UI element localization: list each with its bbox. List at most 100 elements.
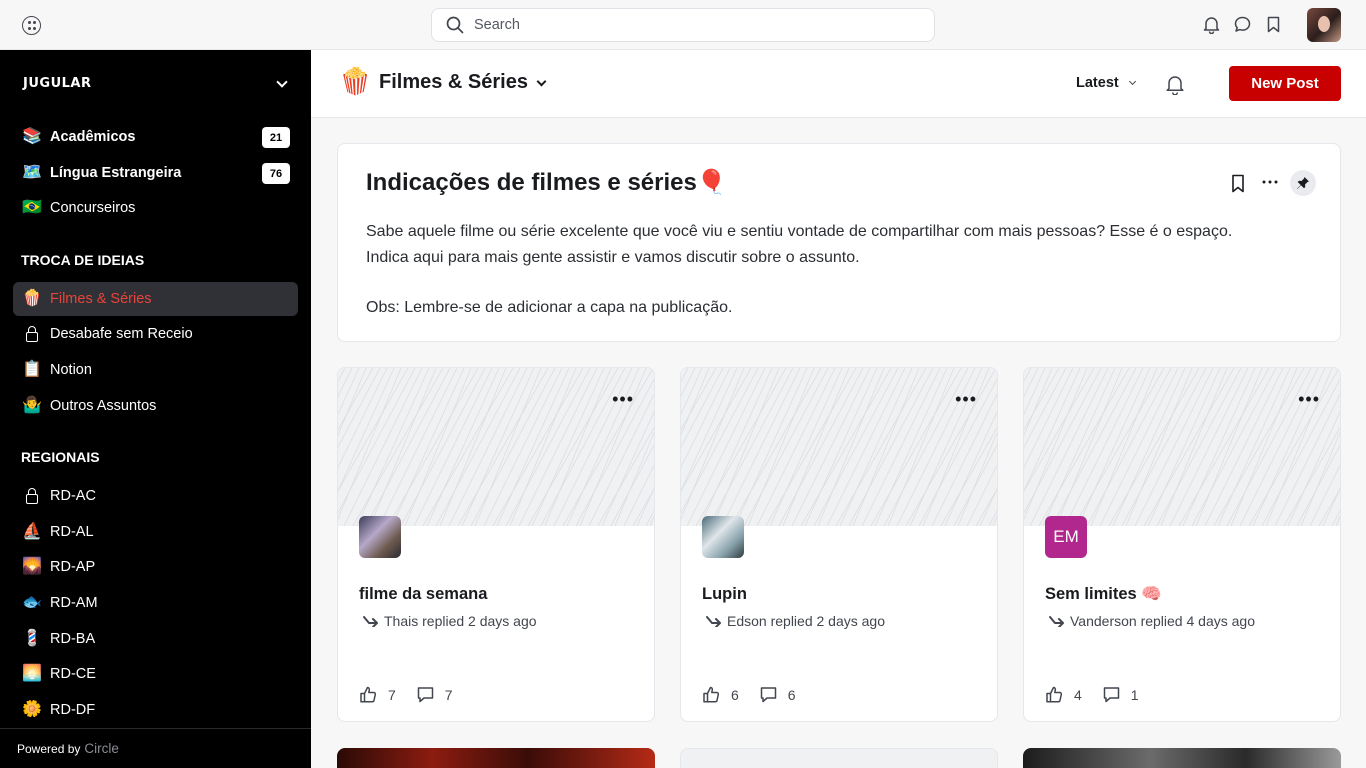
sidebar-item-label: RD-AP <box>50 559 96 575</box>
shrug-icon: 🤷‍♂️ <box>22 397 42 414</box>
post-card-cover-image[interactable] <box>1023 748 1341 768</box>
sidebar-item-rd-am[interactable]: 🐟 RD-AM <box>13 586 298 620</box>
sidebar-item-label: RD-CE <box>50 666 96 682</box>
fish-icon: 🐟 <box>22 594 42 611</box>
like-icon[interactable] <box>359 685 378 704</box>
post-title[interactable]: Sem limites 🧠 <box>1045 585 1162 604</box>
post-cover-placeholder <box>681 368 997 526</box>
last-reply-text: Thais replied 2 days ago <box>384 613 537 629</box>
sidebar-item-label: RD-AL <box>50 524 94 540</box>
space-title[interactable]: Filmes & Séries <box>379 71 528 94</box>
clipboard-icon: 📋 <box>22 361 42 378</box>
comment-count: 7 <box>444 686 453 703</box>
books-icon: 📚 <box>22 128 42 145</box>
post-card[interactable]: ••• EM Sem limites 🧠 Vanderson replied 4… <box>1023 367 1341 722</box>
author-avatar[interactable]: EM <box>1045 516 1087 558</box>
top-bar <box>0 0 1366 50</box>
comment-count: 1 <box>1130 686 1139 703</box>
info-card-title: Indicações de filmes e séries🎈 <box>366 169 727 196</box>
sidebar-item-label: RD-AC <box>50 488 96 504</box>
post-card[interactable]: ••• Lupin Edson replied 2 days ago 6 6 <box>680 367 998 722</box>
circle-logo: Circle <box>84 741 119 756</box>
community-switcher-icon[interactable] <box>22 16 41 35</box>
more-options-icon[interactable]: ••• <box>612 390 634 408</box>
notifications-bell-icon[interactable] <box>1202 15 1221 35</box>
sidebar-item-concurseiros[interactable]: 🇧🇷 Concurseiros <box>13 191 298 225</box>
last-reply-text: Edson replied 2 days ago <box>727 613 885 629</box>
comment-icon[interactable] <box>1102 685 1121 704</box>
more-options-icon[interactable]: ••• <box>1298 390 1320 408</box>
bookmarks-icon[interactable] <box>1264 15 1283 34</box>
post-stats: 7 7 <box>359 685 473 704</box>
like-count: 7 <box>388 686 396 703</box>
blossom-icon: 🌼 <box>22 701 42 718</box>
sidebar-item-label: Acadêmicos <box>50 129 136 145</box>
user-avatar[interactable] <box>1307 8 1341 42</box>
sidebar-item-filmes-series[interactable]: 🍿 Filmes & Séries <box>13 282 298 316</box>
sidebar-item-rd-al[interactable]: ⛵ RD-AL <box>13 515 298 549</box>
sidebar-item-desabafe[interactable]: Desabafe sem Receio <box>13 317 298 351</box>
sidebar-item-rd-df[interactable]: 🌼 RD-DF <box>13 693 298 727</box>
space-notifications-bell-icon[interactable] <box>1164 73 1186 96</box>
sidebar-item-label: RD-DF <box>50 702 96 718</box>
popcorn-icon: 🍿 <box>339 66 372 96</box>
world-map-icon: 🗺️ <box>22 164 42 181</box>
sidebar-item-lingua-estrangeira[interactable]: 🗺️ Língua Estrangeira 76 <box>13 156 298 190</box>
sunrise-icon: 🌅 <box>22 665 42 682</box>
post-card[interactable]: ••• filme da semana Thais replied 2 days… <box>337 367 655 722</box>
comment-icon[interactable] <box>759 685 778 704</box>
post-card-cover-image[interactable] <box>337 748 655 768</box>
barber-pole-icon: 💈 <box>22 630 42 647</box>
powered-by-footer[interactable]: Powered by Circle <box>0 728 311 768</box>
like-icon[interactable] <box>1045 685 1064 704</box>
sidebar-item-rd-ba[interactable]: 💈 RD-BA <box>13 622 298 656</box>
info-card-text-line: Indica aqui para mais gente assistir e v… <box>366 249 860 266</box>
post-title[interactable]: Lupin <box>702 585 747 604</box>
author-avatar[interactable] <box>702 516 744 558</box>
post-title[interactable]: filme da semana <box>359 585 487 604</box>
community-name[interactable]: JUGULAR <box>23 76 91 91</box>
sidebar-item-label: Filmes & Séries <box>50 291 152 307</box>
sidebar-item-rd-ce[interactable]: 🌅 RD-CE <box>13 657 298 691</box>
chevron-down-icon[interactable] <box>1128 77 1137 86</box>
search-input[interactable] <box>474 17 874 33</box>
sidebar-item-label: Língua Estrangeira <box>50 165 182 181</box>
info-card-text-line: Sabe aquele filme ou série excelente que… <box>366 223 1233 240</box>
bookmark-icon[interactable] <box>1227 172 1249 194</box>
lock-icon <box>26 325 38 342</box>
unread-count-badge: 21 <box>262 127 290 148</box>
search-icon <box>446 16 464 34</box>
sort-dropdown[interactable]: Latest <box>1076 75 1119 91</box>
post-stats: 4 1 <box>1045 685 1159 704</box>
powered-by-text: Powered by <box>17 741 81 756</box>
search-bar[interactable] <box>431 8 935 42</box>
post-card-cover-placeholder[interactable] <box>680 748 998 768</box>
post-stats: 6 6 <box>702 685 816 704</box>
last-reply-text: Vanderson replied 4 days ago <box>1070 613 1255 629</box>
sunrise-mountains-icon: 🌄 <box>22 558 42 575</box>
sidebar-item-rd-ac[interactable]: RD-AC <box>13 479 298 513</box>
new-post-button[interactable]: New Post <box>1229 66 1341 101</box>
unread-count-badge: 76 <box>262 163 290 184</box>
sidebar-item-label: Concurseiros <box>50 200 136 216</box>
sidebar-item-label: Desabafe sem Receio <box>50 326 193 342</box>
sidebar-item-academicos[interactable]: 📚 Acadêmicos 21 <box>13 120 298 154</box>
sidebar-item-label: Outros Assuntos <box>50 398 157 414</box>
sidebar-item-outros-assuntos[interactable]: 🤷‍♂️ Outros Assuntos <box>13 389 298 423</box>
last-reply-info: Edson replied 2 days ago <box>706 613 885 629</box>
comment-icon[interactable] <box>416 685 435 704</box>
sidebar-item-rd-ap[interactable]: 🌄 RD-AP <box>13 550 298 584</box>
popcorn-icon: 🍿 <box>22 290 42 307</box>
like-icon[interactable] <box>702 685 721 704</box>
author-avatar[interactable] <box>359 516 401 558</box>
sidebar-item-notion[interactable]: 📋 Notion <box>13 353 298 387</box>
brazil-flag-icon: 🇧🇷 <box>22 199 42 216</box>
sidebar-item-label: Notion <box>50 362 92 378</box>
chevron-down-icon[interactable] <box>276 76 288 88</box>
chevron-down-icon[interactable] <box>536 76 547 87</box>
lock-icon <box>26 487 38 504</box>
messages-icon[interactable] <box>1233 15 1252 34</box>
more-options-icon[interactable]: ••• <box>955 390 977 408</box>
pin-icon[interactable] <box>1290 170 1316 196</box>
more-options-icon[interactable] <box>1259 172 1281 194</box>
